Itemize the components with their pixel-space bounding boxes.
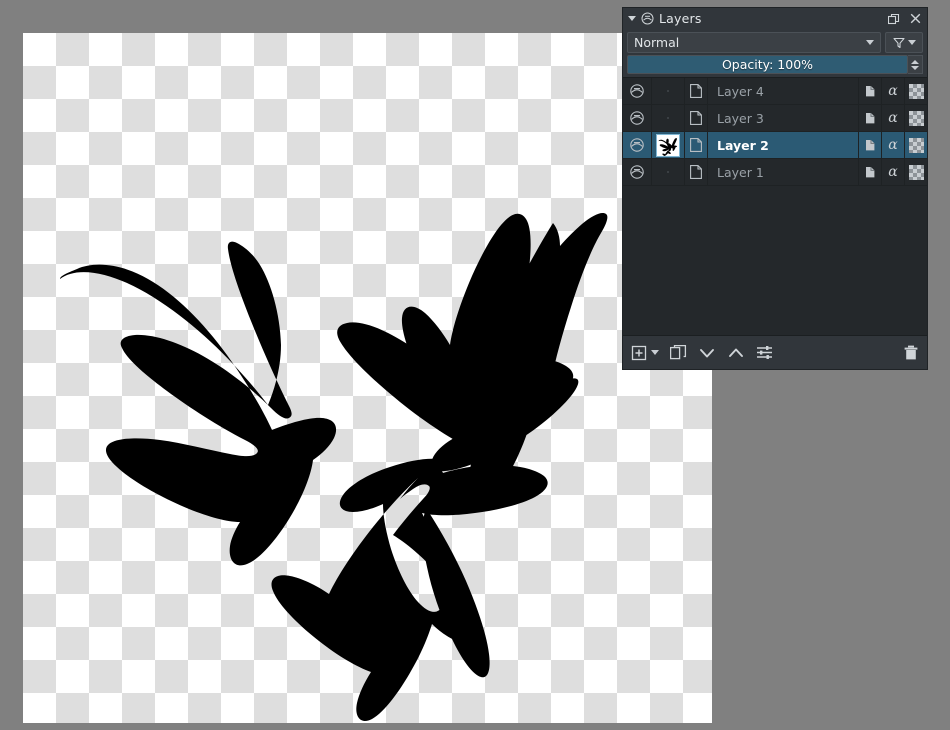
layer-row[interactable]: Layer 1 α [623,159,927,186]
layers-panel-titlebar: Layers [623,8,927,29]
lock-alpha-icon[interactable] [858,132,881,158]
eye-icon[interactable] [623,159,652,185]
opacity-value-label: Opacity: 100% [722,57,813,72]
layer-thumbnail[interactable] [652,78,685,104]
layer-mask-icon[interactable] [685,78,708,104]
layer-filter-button[interactable] [885,32,923,53]
move-layer-up-button[interactable] [727,342,745,364]
layer-name[interactable]: Layer 3 [708,111,858,126]
delete-layer-button[interactable] [903,342,919,364]
eye-icon[interactable] [623,78,652,104]
app-root: Layers Normal [0,0,950,730]
layer-mask-icon[interactable] [685,105,708,131]
eye-icon[interactable] [623,132,652,158]
artwork-leaves [23,33,712,723]
triangle-down-icon[interactable] [628,16,636,21]
layer-name[interactable]: Layer 2 [708,138,858,153]
layer-list[interactable]: Layer 4 α Layer 3 α Layer 2 α Layer 1 α [623,77,927,335]
eye-icon[interactable] [623,105,652,131]
lock-alpha-icon[interactable] [858,105,881,131]
layer-mask-icon[interactable] [685,132,708,158]
chevron-down-icon [651,350,659,355]
blend-mode-row: Normal [623,29,927,55]
alpha-icon[interactable]: α [881,159,904,185]
layer-thumbnail[interactable] [652,159,685,185]
lock-alpha-icon[interactable] [858,159,881,185]
add-layer-menu-arrow[interactable] [651,342,659,364]
layer-row[interactable]: Layer 3 α [623,105,927,132]
alpha-inherit-icon[interactable] [904,105,927,131]
image-canvas[interactable] [23,33,712,723]
layer-thumbnail[interactable] [652,132,685,158]
layer-row[interactable]: Layer 2 α [623,132,927,159]
layer-mask-icon[interactable] [685,159,708,185]
layer-name[interactable]: Layer 4 [708,84,858,99]
duplicate-layer-button[interactable] [670,342,687,364]
blend-mode-select[interactable]: Normal [627,32,881,53]
blend-mode-value: Normal [634,35,866,50]
alpha-icon[interactable]: α [881,132,904,158]
funnel-filter-icon [893,37,905,49]
alpha-inherit-icon[interactable] [904,132,927,158]
layers-panel: Layers Normal [622,7,928,370]
opacity-slider[interactable]: Opacity: 100% [627,55,908,74]
alpha-inherit-icon[interactable] [904,78,927,104]
opacity-row: Opacity: 100% [623,55,927,77]
spin-up-icon[interactable] [911,60,919,64]
lock-alpha-icon[interactable] [858,78,881,104]
layer-name[interactable]: Layer 1 [708,165,858,180]
undock-icon[interactable] [886,11,902,27]
layers-icon [641,12,654,25]
layer-row[interactable]: Layer 4 α [623,78,927,105]
chevron-down-icon [866,40,874,45]
move-layer-down-button[interactable] [698,342,716,364]
spin-down-icon[interactable] [911,66,919,70]
alpha-inherit-icon[interactable] [904,159,927,185]
layer-thumbnail[interactable] [652,105,685,131]
add-layer-button[interactable] [631,342,647,364]
layer-toolbar [623,335,927,369]
layers-panel-title: Layers [659,11,702,26]
close-icon[interactable] [907,11,923,27]
alpha-icon[interactable]: α [881,105,904,131]
alpha-icon[interactable]: α [881,78,904,104]
chevron-down-icon [908,40,916,45]
opacity-stepper[interactable] [908,55,923,74]
layer-properties-button[interactable] [756,342,773,364]
